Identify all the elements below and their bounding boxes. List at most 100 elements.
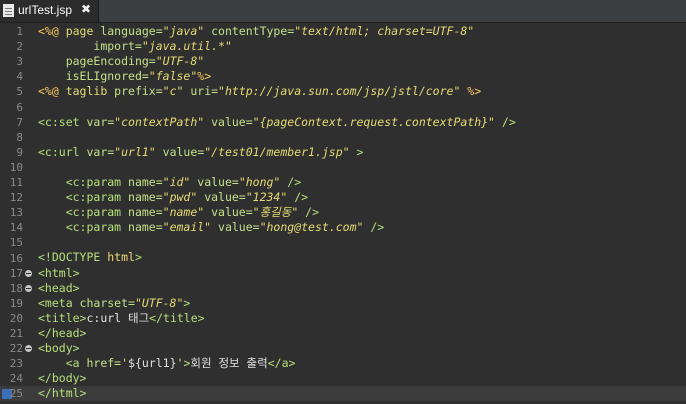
code-token: taglib (65, 84, 115, 99)
gutter-line: 22 (0, 341, 35, 356)
line-number: 19 (9, 296, 23, 310)
gutter-line: 5 (0, 84, 35, 99)
code-line[interactable]: <a href='${url1}'>회원 정보 출력</a> (35, 356, 686, 371)
code-line[interactable]: import="java.util.*" (35, 39, 686, 54)
gutter-line: 11 (0, 175, 35, 190)
code-token: name= (128, 205, 163, 220)
code-token: ${url1} (128, 356, 177, 371)
gutter-line: 8 (0, 130, 35, 145)
code-token: <c:url (38, 144, 87, 159)
code-line[interactable]: <head> (35, 281, 686, 296)
code-line[interactable]: pageEncoding="UTF-8" (35, 54, 686, 69)
line-number: 20 (9, 311, 23, 325)
code-line[interactable]: <c:param name="pwd" value="1234" /> (35, 190, 686, 205)
gutter-line: 2 (0, 39, 35, 54)
code-token: /> (370, 220, 385, 235)
gutter-line: 6 (0, 100, 35, 115)
code-token: var= (86, 114, 115, 129)
gutter-line: 24 (0, 371, 35, 386)
code-token: "java.util.*" (141, 39, 232, 54)
code-area[interactable]: <%@ page language="java" contentType="te… (35, 24, 686, 404)
code-line[interactable] (35, 130, 686, 145)
code-line[interactable]: <c:param name="email" value="hong@test.c… (35, 220, 686, 235)
code-line[interactable] (35, 99, 686, 114)
code-token: value= (218, 220, 260, 235)
line-number: 7 (16, 115, 23, 129)
fold-toggle-icon[interactable] (25, 284, 32, 292)
gutter-line: 19 (0, 296, 35, 311)
line-number: 2 (16, 40, 23, 54)
code-line[interactable] (35, 160, 686, 175)
code-token: contentType= (211, 24, 295, 38)
code-token: </html> (38, 386, 87, 401)
code-token: page (65, 24, 101, 38)
gutter-line: 14 (0, 220, 35, 235)
code-token: value= (211, 114, 253, 129)
code-token: href= (86, 356, 122, 371)
code-token: charset= (79, 295, 135, 310)
code-token: /> (501, 114, 516, 129)
code-line[interactable]: </html> (35, 386, 686, 402)
line-number: 11 (9, 176, 23, 189)
code-line[interactable]: <body> (35, 341, 686, 356)
gutter-line: 21 (0, 326, 35, 341)
code-token: 회원 정보 출력 (190, 356, 268, 371)
code-token: "hong@test.com" (259, 220, 371, 235)
code-line[interactable]: <meta charset="UTF-8"> (35, 296, 686, 311)
code-token: </title> (149, 310, 205, 325)
code-token: <c:param (65, 174, 129, 189)
code-line[interactable]: <!DOCTYPE html> (35, 250, 686, 265)
code-token: <%@ (38, 24, 66, 38)
gutter-line: 18 (0, 281, 35, 296)
code-line[interactable]: </head> (35, 326, 686, 341)
code-token: <%@ (38, 84, 66, 99)
code-line[interactable]: isELIgnored="false"%> (35, 69, 686, 84)
code-token: <c:param (65, 220, 129, 235)
code-line[interactable]: <%@ taglib prefix="c" uri="http://java.s… (35, 84, 686, 99)
code-line[interactable]: <c:param name="id" value="hong" /> (35, 175, 686, 190)
fold-toggle-icon[interactable] (25, 345, 32, 353)
code-token: /> (294, 190, 309, 205)
code-line[interactable] (35, 235, 686, 250)
code-token: value= (204, 190, 246, 205)
code-line[interactable]: <%@ page language="java" contentType="te… (35, 24, 686, 39)
close-icon[interactable]: ✖ (81, 2, 91, 16)
fold-toggle-icon[interactable] (25, 269, 32, 277)
line-number: 12 (9, 191, 23, 205)
gutter-line: 23 (0, 356, 35, 371)
line-number: 13 (9, 206, 23, 220)
tab-urltest-jsp[interactable]: urlTest.jsp ✖ (0, 0, 99, 22)
gutter-line: 15 (0, 235, 35, 250)
code-line[interactable]: <c:set var="contextPath" value="{pageCon… (35, 115, 686, 130)
code-token: "{pageContext.request.contextPath}" (252, 114, 502, 129)
code-editor[interactable]: <%@ page language="java" contentType="te… (0, 24, 686, 404)
code-token: /> (305, 205, 320, 220)
code-token: <title> (38, 310, 87, 325)
line-number: 4 (16, 70, 23, 84)
line-number: 8 (16, 130, 23, 144)
tab-label: urlTest.jsp (18, 3, 73, 17)
gutter-line: 9 (0, 145, 35, 160)
line-number: 24 (9, 372, 23, 386)
code-line[interactable]: <c:param name="name" value="홍길동" /> (35, 205, 686, 220)
code-token: value= (162, 144, 205, 159)
code-line[interactable]: <c:url var="url1" value="/test01/member1… (35, 145, 686, 160)
code-token: "UTF-8" (155, 54, 205, 69)
code-token: /> (287, 174, 302, 189)
code-token: "UTF-8" (134, 295, 184, 310)
code-line[interactable]: <html> (35, 266, 686, 281)
code-token: <a (65, 356, 87, 371)
tab-bar: urlTest.jsp ✖ (0, 0, 686, 23)
code-token: </a> (267, 356, 296, 371)
gutter-line: 20 (0, 311, 35, 326)
code-token: isELIgnored= (65, 69, 149, 84)
code-line[interactable]: </body> (35, 371, 686, 386)
code-line[interactable]: <title>c:url 태그</title> (35, 311, 686, 326)
code-token: </head> (38, 325, 87, 340)
line-number: 15 (9, 236, 23, 250)
